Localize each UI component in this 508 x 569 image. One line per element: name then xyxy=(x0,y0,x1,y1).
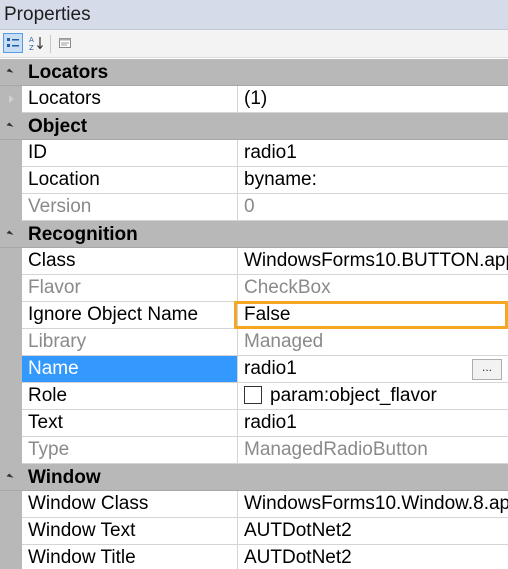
property-name: Role xyxy=(22,383,238,410)
property-name: Window Title xyxy=(22,545,238,569)
property-grid: Locators Locators (1) Object ID radio1 L… xyxy=(0,58,508,569)
svg-text:A: A xyxy=(29,36,34,44)
property-value[interactable]: radio1 xyxy=(238,140,508,167)
property-name: Type xyxy=(22,437,238,464)
alphabetical-icon[interactable]: A Z xyxy=(26,33,46,53)
collapse-arrow-icon[interactable] xyxy=(6,68,14,76)
properties-toolbar: A Z xyxy=(0,30,508,58)
category-label: Recognition xyxy=(28,224,138,245)
category-object[interactable]: Object xyxy=(0,113,508,140)
property-name: Ignore Object Name xyxy=(22,302,238,329)
property-name: Locators xyxy=(22,86,238,113)
property-name: Version xyxy=(22,194,238,221)
properties-panel-title: Properties xyxy=(0,0,508,30)
property-name: Location xyxy=(22,167,238,194)
property-value[interactable]: byname: xyxy=(238,167,508,194)
property-value[interactable]: param:object_flavor xyxy=(238,383,508,410)
property-row-ignore-object-name[interactable]: Ignore Object Name False xyxy=(0,302,508,329)
collapse-arrow-icon[interactable] xyxy=(6,122,14,130)
svg-text:Z: Z xyxy=(29,44,34,51)
property-value-text: radio1 xyxy=(244,358,297,379)
categorized-icon[interactable] xyxy=(3,33,23,53)
panel-title-text: Properties xyxy=(4,4,91,25)
property-row-locators[interactable]: Locators (1) xyxy=(0,86,508,113)
property-row-class[interactable]: Class WindowsForms10.BUTTON.app.0.2bf809… xyxy=(0,248,508,275)
category-label: Locators xyxy=(28,62,109,83)
property-row-library[interactable]: Library Managed xyxy=(0,329,508,356)
category-recognition[interactable]: Recognition xyxy=(0,221,508,248)
ellipsis-button[interactable]: ... xyxy=(472,359,502,380)
property-row-id[interactable]: ID radio1 xyxy=(0,140,508,167)
property-row-name[interactable]: Name radio1 ... xyxy=(0,356,508,383)
property-pages-icon[interactable] xyxy=(55,33,75,53)
property-name: ID xyxy=(22,140,238,167)
category-locators[interactable]: Locators xyxy=(0,59,508,86)
category-label: Object xyxy=(28,116,88,137)
property-value[interactable]: radio1 xyxy=(238,410,508,437)
property-row-text[interactable]: Text radio1 xyxy=(0,410,508,437)
property-value: 0 xyxy=(238,194,508,221)
property-name: Name xyxy=(22,356,238,383)
property-value: Managed xyxy=(238,329,508,356)
toolbar-separator xyxy=(50,35,51,53)
property-value[interactable]: WindowsForms10.Window.8.app.0.2bf8098_r1… xyxy=(238,491,508,518)
property-row-location[interactable]: Location byname: xyxy=(0,167,508,194)
property-value: CheckBox xyxy=(238,275,508,302)
property-row-flavor[interactable]: Flavor CheckBox xyxy=(0,275,508,302)
property-name: Library xyxy=(22,329,238,356)
collapse-arrow-icon[interactable] xyxy=(6,230,14,238)
property-value-text: param:object_flavor xyxy=(270,385,437,406)
property-row-window-title[interactable]: Window Title AUTDotNet2 xyxy=(0,545,508,569)
property-row-role[interactable]: Role param:object_flavor xyxy=(0,383,508,410)
property-name: Flavor xyxy=(22,275,238,302)
collapse-arrow-icon[interactable] xyxy=(6,473,14,481)
property-value[interactable]: AUTDotNet2 xyxy=(238,545,508,569)
property-name: Class xyxy=(22,248,238,275)
property-row-version[interactable]: Version 0 xyxy=(0,194,508,221)
property-value-editor[interactable]: False xyxy=(238,302,508,329)
category-window[interactable]: Window xyxy=(0,464,508,491)
property-name: Text xyxy=(22,410,238,437)
property-name: Window Class xyxy=(22,491,238,518)
property-value: ManagedRadioButton xyxy=(238,437,508,464)
property-value[interactable]: AUTDotNet2 xyxy=(238,518,508,545)
property-row-window-class[interactable]: Window Class WindowsForms10.Window.8.app… xyxy=(0,491,508,518)
role-checkbox[interactable] xyxy=(244,386,262,404)
property-value[interactable]: WindowsForms10.BUTTON.app.0.2bf8098_r11_… xyxy=(238,248,508,275)
expand-arrow-icon[interactable] xyxy=(9,95,14,103)
property-row-window-text[interactable]: Window Text AUTDotNet2 xyxy=(0,518,508,545)
property-value[interactable]: radio1 ... xyxy=(238,356,508,383)
property-name: Window Text xyxy=(22,518,238,545)
property-value[interactable]: (1) xyxy=(238,86,508,113)
category-label: Window xyxy=(28,467,101,488)
property-row-type[interactable]: Type ManagedRadioButton xyxy=(0,437,508,464)
